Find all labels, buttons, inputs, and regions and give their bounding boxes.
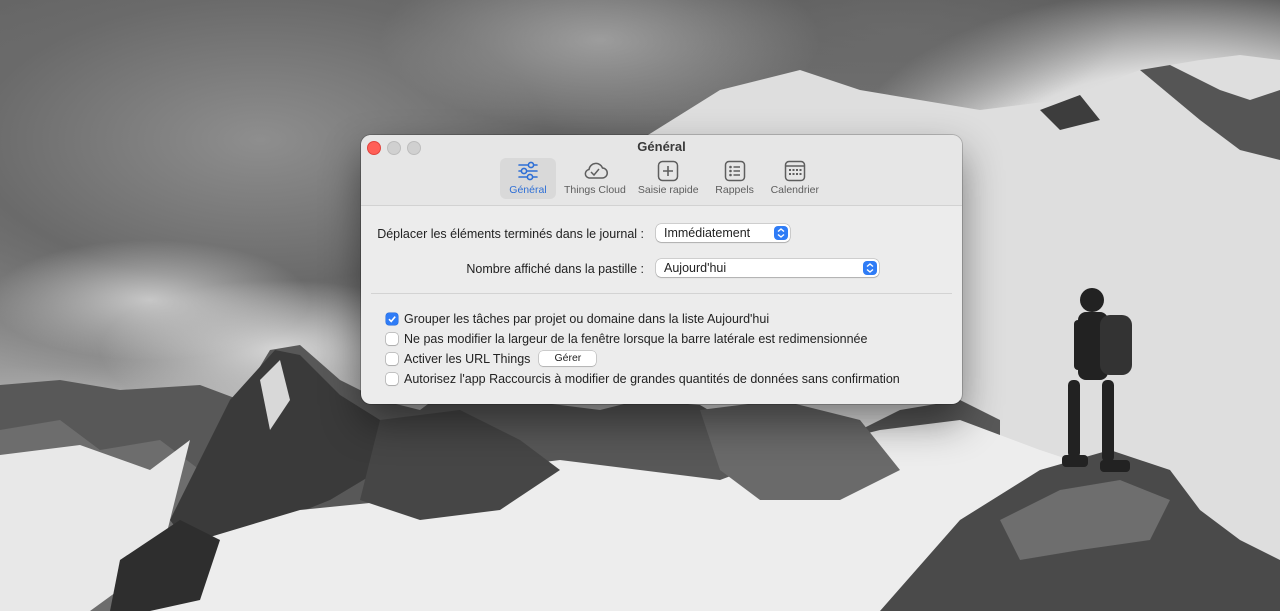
tab-quick-entry[interactable]: Saisie rapide <box>634 158 703 199</box>
checkbox[interactable] <box>386 333 398 345</box>
checkbox[interactable] <box>386 313 398 325</box>
tab-calendar[interactable]: Calendrier <box>767 158 823 199</box>
checkbox-label: Autorisez l'app Raccourcis à modifier de… <box>404 372 900 386</box>
checkbox-row-allow-shortcuts[interactable]: Autorisez l'app Raccourcis à modifier de… <box>386 372 900 386</box>
checkbox-row-keep-window-width[interactable]: Ne pas modifier la largeur de la fenêtre… <box>386 332 867 346</box>
preferences-window: Général Général Things Cloud Saisie rapi… <box>361 135 962 404</box>
preferences-toolbar: Général Things Cloud Saisie rapide Rappe… <box>361 158 962 199</box>
window-title: Général <box>637 139 686 154</box>
badge-count-label: Nombre affiché dans la pastille : <box>466 262 644 276</box>
logbook-label: Déplacer les éléments terminés dans le j… <box>377 227 644 241</box>
badge-count-popup[interactable]: Aujourd'hui <box>656 259 879 277</box>
logbook-popup[interactable]: Immédiatement <box>656 224 790 242</box>
cloud-check-icon <box>584 162 608 179</box>
sliders-icon <box>518 161 538 181</box>
tab-label: Rappels <box>715 184 754 196</box>
divider <box>371 293 952 294</box>
general-settings-pane: Déplacer les éléments terminés dans le j… <box>361 206 962 404</box>
checkbox[interactable] <box>386 373 398 385</box>
titlebar: Général Général Things Cloud Saisie rapi… <box>361 135 962 206</box>
checkmark-icon <box>388 316 396 323</box>
tab-label: Saisie rapide <box>637 184 699 196</box>
logbook-value: Immédiatement <box>664 226 751 240</box>
tab-label: Calendrier <box>770 184 820 196</box>
badge-count-value: Aujourd'hui <box>664 261 727 275</box>
chevron-updown-icon <box>774 226 788 240</box>
plus-square-icon <box>657 160 679 182</box>
list-icon <box>724 160 745 182</box>
tab-label: Général <box>509 184 547 196</box>
checkbox-label: Grouper les tâches par projet ou domaine… <box>404 312 770 326</box>
manage-button[interactable]: Gérer <box>539 351 597 366</box>
checkbox[interactable] <box>386 352 398 365</box>
tab-general[interactable]: Général <box>499 158 556 199</box>
checkbox-label: Activer les URL Things <box>404 351 531 366</box>
checkbox-row-group-by-project[interactable]: Grouper les tâches par projet ou domaine… <box>386 312 769 326</box>
calendar-icon <box>784 160 806 182</box>
checkbox-label: Ne pas modifier la largeur de la fenêtre… <box>404 332 868 346</box>
checkbox-row-enable-things-urls[interactable]: Activer les URL Things Gérer <box>386 351 597 366</box>
tab-reminders[interactable]: Rappels <box>707 158 763 199</box>
tab-label: Things Cloud <box>563 184 626 196</box>
chevron-updown-icon <box>863 261 877 275</box>
tab-things-cloud[interactable]: Things Cloud <box>560 158 630 199</box>
